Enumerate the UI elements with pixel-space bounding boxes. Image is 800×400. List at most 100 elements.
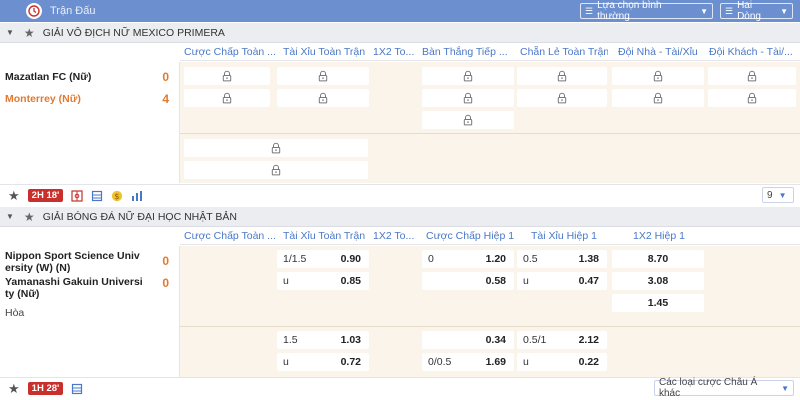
odds-cell[interactable]: 0.5 1.38	[517, 250, 607, 268]
odds-cell[interactable]: 0 1.20	[422, 250, 514, 268]
locked-odds-cell	[277, 89, 369, 107]
odds-cell[interactable]: 0/0.5 1.69	[422, 353, 514, 371]
column-header[interactable]: Cược Chấp Toàn ...	[184, 227, 276, 245]
column-header[interactable]: Tài Xỉu Toàn Trận	[283, 43, 371, 61]
odds-cell[interactable]: 8.70	[612, 250, 704, 268]
match-footer: ★ 1H 28' Các loại cược Châu Á khác ▼	[0, 377, 800, 399]
home-team-name-line2[interactable]: ersity (W) (N)	[5, 262, 70, 274]
column-header[interactable]: Cược Chấp Hiệp 1	[426, 227, 518, 245]
collapse-icon[interactable]: ▼	[6, 28, 14, 37]
odds-cell[interactable]: 1.45	[612, 294, 704, 312]
odds-line: 1/1.5	[283, 253, 307, 265]
odds-cell[interactable]: u 0.85	[277, 272, 369, 290]
away-score: 4	[162, 92, 169, 106]
away-team-name-line1[interactable]: Yamanashi Gakuin Universi	[5, 276, 143, 288]
odds-cell[interactable]: 1.5 1.03	[277, 331, 369, 349]
away-team-name[interactable]: Monterrey (Nữ)	[5, 93, 81, 105]
lock-icon	[747, 70, 757, 82]
column-header[interactable]: Tài Xỉu Toàn Trận	[283, 227, 371, 245]
lock-icon	[271, 142, 281, 154]
draw-label: Hòa	[5, 307, 25, 319]
coin-icon[interactable]: $	[111, 190, 123, 202]
view-mode-select[interactable]: ☰ Lựa chọn bình thường ▼	[580, 0, 713, 22]
stats-table-icon[interactable]	[91, 190, 103, 202]
chevron-down-icon: ▼	[700, 6, 708, 16]
lock-icon	[747, 92, 757, 104]
chart-icon[interactable]	[131, 190, 143, 202]
column-header[interactable]: Cược Chấp Toàn ...	[184, 43, 276, 61]
locked-odds-cell	[422, 67, 514, 85]
locked-odds-cell	[708, 89, 796, 107]
locked-odds-cell	[184, 139, 368, 157]
column-header[interactable]: Đội Nhà - Tài/Xỉu	[618, 43, 702, 61]
lock-icon	[463, 70, 473, 82]
odds-value: 1.38	[578, 253, 599, 265]
league-header[interactable]: ▼ ★ GIẢI VÔ ĐỊCH NỮ MEXICO PRIMERA	[0, 23, 800, 43]
locked-odds-cell	[612, 67, 704, 85]
match-footer: ★ 2H 18' $ 9 ▼	[0, 184, 800, 206]
odds-cell[interactable]: u 0.22	[517, 353, 607, 371]
row-divider	[180, 326, 800, 327]
star-icon[interactable]: ★	[8, 188, 20, 204]
odds-value: 0.90	[340, 253, 361, 265]
odds-value: 0.72	[340, 356, 361, 368]
league-header[interactable]: ▼ ★ GIẢI BÓNG ĐÁ NỮ ĐẠI HỌC NHẬT BẢN	[0, 207, 800, 227]
column-header[interactable]: Chẵn Lẻ Toàn Trận	[520, 43, 608, 61]
chevron-down-icon: ▼	[781, 383, 789, 393]
odds-line: 1.5	[283, 334, 298, 346]
odds-cell[interactable]: u 0.72	[277, 353, 369, 371]
away-team-name-line2[interactable]: ty (Nữ)	[5, 288, 39, 300]
live-time-badge: 1H 28'	[27, 382, 64, 395]
column-header[interactable]: Bàn Thắng Tiếp ...	[422, 43, 514, 61]
live-time-badge: 2H 18'	[27, 189, 64, 202]
locked-odds-cell	[612, 89, 704, 107]
team-panel: Nippon Sport Science Univ ersity (W) (N)…	[0, 246, 180, 378]
column-header[interactable]: 1X2 To...	[373, 43, 419, 61]
column-header[interactable]: Đội Khách - Tài/...	[709, 43, 797, 61]
odds-cell[interactable]: u 0.47	[517, 272, 607, 290]
lock-icon	[463, 92, 473, 104]
odds-cell[interactable]: 0.58	[422, 272, 514, 290]
odds-value: 0.34	[485, 334, 506, 346]
locked-odds-cell	[422, 111, 514, 129]
team-panel: Mazatlan FC (Nữ) 0 Monterrey (Nữ) 4	[0, 62, 180, 183]
lock-icon	[222, 70, 232, 82]
odds-value: 1.20	[485, 253, 506, 265]
lock-icon	[463, 114, 473, 126]
locked-odds-cell	[517, 89, 607, 107]
column-header[interactable]: 1X2 Hiệp 1	[633, 227, 703, 245]
home-team-name[interactable]: Mazatlan FC (Nữ)	[5, 71, 91, 83]
odds-cell[interactable]: 0.34	[422, 331, 514, 349]
collapse-icon[interactable]: ▼	[6, 212, 14, 221]
home-team-name-line1[interactable]: Nippon Sport Science Univ	[5, 250, 140, 262]
column-header[interactable]: Tài Xỉu Hiệp 1	[531, 227, 611, 245]
lock-icon	[222, 92, 232, 104]
lock-icon	[653, 70, 663, 82]
list-icon: ☰	[585, 5, 594, 16]
star-icon[interactable]: ★	[8, 381, 20, 397]
field-icon[interactable]	[71, 189, 83, 202]
home-score: 0	[162, 70, 169, 84]
line-mode-select[interactable]: ☰ Hai Dòng ▼	[720, 0, 793, 22]
other-markets-select[interactable]: Các loại cược Châu Á khác ▼	[654, 377, 794, 399]
page-title: Trận Đấu	[50, 5, 96, 17]
column-header[interactable]: 1X2 To...	[373, 227, 419, 245]
chevron-down-icon: ▼	[780, 6, 788, 16]
star-icon[interactable]: ★	[24, 26, 35, 40]
locked-odds-cell	[184, 161, 368, 179]
lock-icon	[557, 70, 567, 82]
odds-cell[interactable]: 1/1.5 0.90	[277, 250, 369, 268]
odds-value: 1.69	[485, 356, 506, 368]
odds-line: 0.5/1	[523, 334, 547, 346]
stats-table-icon[interactable]	[71, 383, 83, 395]
odds-cell[interactable]: 0.5/1 2.12	[517, 331, 607, 349]
odds-line: u	[523, 356, 529, 368]
more-markets-select[interactable]: 9 ▼	[762, 187, 794, 203]
odds-value: 0.58	[485, 275, 506, 287]
odds-cell[interactable]: 3.08	[612, 272, 704, 290]
star-icon[interactable]: ★	[24, 210, 35, 224]
lock-icon	[653, 92, 663, 104]
lock-icon	[557, 92, 567, 104]
odds-value: 0.22	[578, 356, 599, 368]
odds-value: 8.70	[647, 253, 669, 265]
